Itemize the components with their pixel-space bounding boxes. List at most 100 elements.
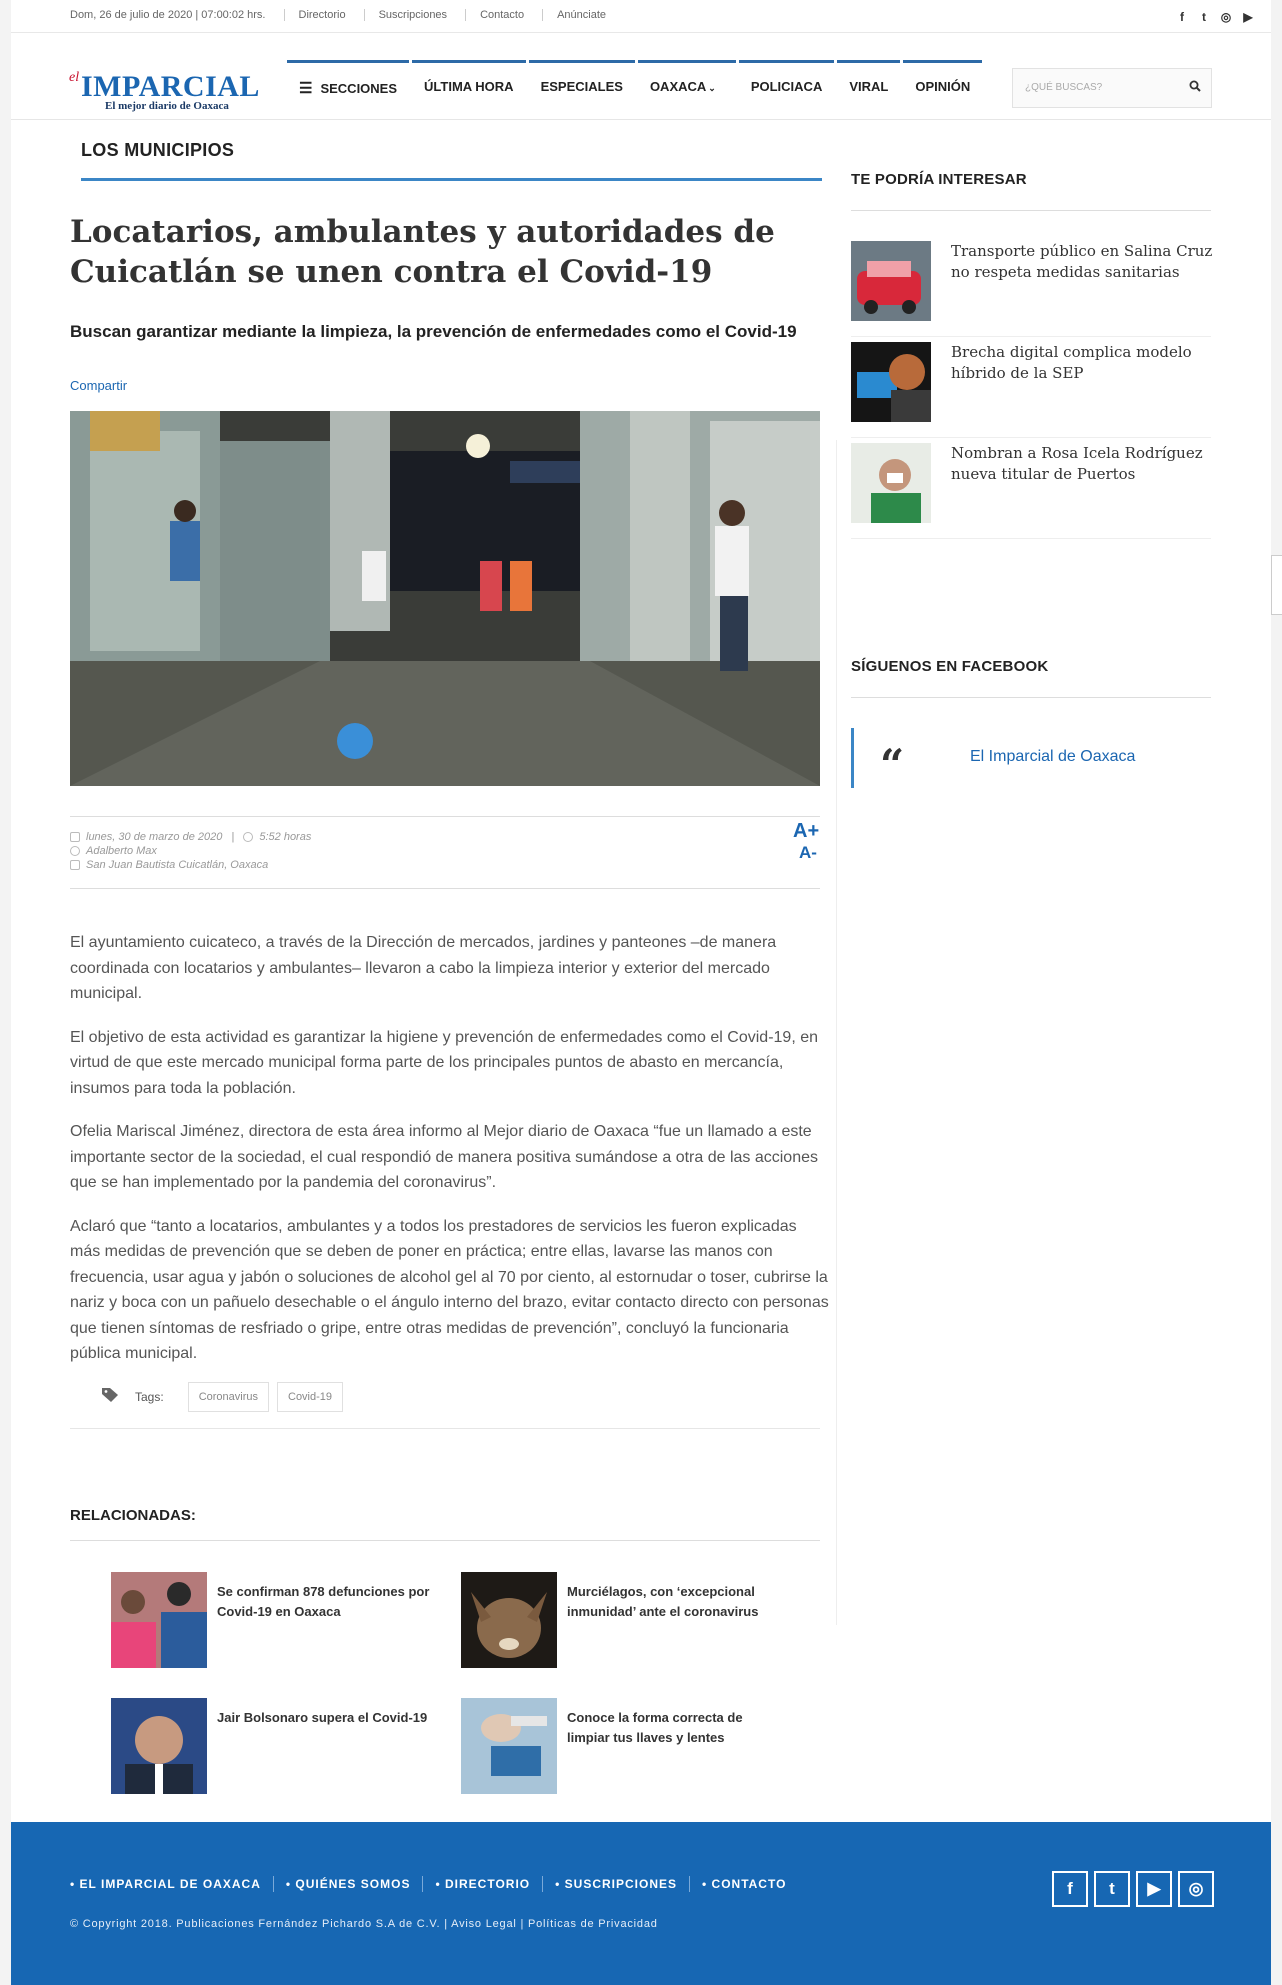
related-item[interactable]: Jair Bolsonaro supera el Covid-19 xyxy=(111,1698,451,1794)
site-logo[interactable]: el IMPARCIAL El mejor diario de Oaxaca xyxy=(69,70,289,112)
nav-policiaca[interactable]: POLICIACA xyxy=(738,60,835,120)
sidebar-divider xyxy=(851,210,1211,211)
link-directorio[interactable]: Directorio xyxy=(299,9,365,21)
article-time: 5:52 horas xyxy=(259,831,312,843)
article-paragraph: Ofelia Mariscal Jiménez, directora de es… xyxy=(70,1123,818,1191)
tags-label: Tags: xyxy=(135,1390,164,1404)
sidebar-item-divider xyxy=(851,336,1211,337)
article-date: lunes, 30 de marzo de 2020 xyxy=(86,831,223,843)
section-title[interactable]: LOS MUNICIPIOS xyxy=(81,140,234,161)
sidebar-headline[interactable]: Transporte público en Salina Cruz no res… xyxy=(951,241,1213,283)
nav-ultima-hora[interactable]: ÚLTIMA HORA xyxy=(412,60,526,120)
sidebar-thumbnail[interactable] xyxy=(851,342,931,422)
related-thumbnail[interactable] xyxy=(461,1572,557,1668)
sidebar-item[interactable]: Transporte público en Salina Cruz no res… xyxy=(851,241,1213,337)
article-headline: Locatarios, ambulantes y autoridades de … xyxy=(70,214,775,290)
facebook-icon[interactable]: f xyxy=(1175,10,1189,24)
sidebar-item[interactable]: Nombran a Rosa Icela Rodríguez nueva tit… xyxy=(851,443,1213,539)
sidebar-interest-title: TE PODRÍA INTERESAR xyxy=(851,171,1027,188)
footer-link-directorio[interactable]: • DIRECTORIO xyxy=(423,1876,544,1892)
related-item[interactable]: Se confirman 878 defunciones por Covid-1… xyxy=(111,1572,451,1668)
scroll-edge[interactable] xyxy=(1271,555,1282,615)
related-title: RELACIONADAS: xyxy=(70,1507,196,1524)
article-paragraph: El ayuntamiento cuicateco, a través de l… xyxy=(70,934,777,1002)
article-location: San Juan Bautista Cuicatlán, Oaxaca xyxy=(86,859,269,871)
instagram-icon[interactable]: ◎ xyxy=(1178,1871,1214,1907)
tag-chip[interactable]: Covid-19 xyxy=(277,1382,344,1412)
nav-oaxaca[interactable]: OAXACA ⌄ xyxy=(637,60,736,120)
tags-divider xyxy=(70,1428,820,1429)
related-divider xyxy=(70,1540,820,1541)
related-thumbnail[interactable] xyxy=(111,1698,207,1794)
nav-especiales[interactable]: ESPECIALES xyxy=(528,60,635,120)
article-meta: lunes, 30 de marzo de 2020 | 5:52 horas … xyxy=(70,830,311,872)
current-date: Dom, 26 de julio de 2020 | 07:00:02 hrs. xyxy=(70,9,285,21)
article-photo xyxy=(70,411,820,786)
sidebar-divider xyxy=(851,697,1211,698)
sidebar-headline[interactable]: Brecha digital complica modelo híbrido d… xyxy=(951,342,1213,384)
quote-icon: “ xyxy=(880,740,905,789)
article-subhead: Buscan garantizar mediante la limpieza, … xyxy=(70,322,797,341)
sidebar-thumbnail[interactable] xyxy=(851,241,931,321)
youtube-icon[interactable]: ▶ xyxy=(1136,1871,1172,1907)
instagram-icon[interactable]: ◎ xyxy=(1219,10,1233,24)
logo-prefix: el xyxy=(69,70,80,85)
facebook-widget[interactable]: “ El Imparcial de Oaxaca xyxy=(851,728,1211,789)
nav-secciones[interactable]: ☰ SECCIONES xyxy=(287,60,410,120)
menu-icon: ☰ xyxy=(299,80,313,97)
link-contacto[interactable]: Contacto xyxy=(480,9,544,21)
share-link[interactable]: Compartir xyxy=(70,378,127,393)
main-header: el IMPARCIAL El mejor diario de Oaxaca ☰… xyxy=(11,60,1271,120)
sidebar-thumbnail[interactable] xyxy=(851,443,931,523)
user-icon xyxy=(70,846,80,856)
section-divider xyxy=(81,178,822,181)
footer-link-quienes-somos[interactable]: • QUIÉNES SOMOS xyxy=(274,1876,424,1892)
related-item[interactable]: Murciélagos, con ‘excepcional inmunidad’… xyxy=(461,1572,801,1668)
font-decrease-button[interactable]: A- xyxy=(799,843,819,863)
related-headline[interactable]: Murciélagos, con ‘excepcional inmunidad’… xyxy=(567,1582,787,1622)
column-divider xyxy=(836,440,837,1625)
nav-secciones-label: SECCIONES xyxy=(320,81,398,96)
article-paragraph: Aclaró que “tanto a locatarios, ambulant… xyxy=(70,1217,829,1363)
tag-chip[interactable]: Coronavirus xyxy=(187,1382,269,1412)
link-anunciate[interactable]: Anúnciate xyxy=(557,9,624,21)
meta-separator: | xyxy=(228,831,238,843)
nav-oaxaca-label: OAXACA xyxy=(649,79,707,94)
sidebar-facebook-title: SÍGUENOS EN FACEBOOK xyxy=(851,658,1049,675)
nav-viral[interactable]: VIRAL xyxy=(837,60,901,120)
sidebar-item-divider xyxy=(851,437,1211,438)
font-size-controls: A+ A- xyxy=(793,820,819,863)
related-thumbnail[interactable] xyxy=(111,1572,207,1668)
twitter-icon[interactable]: t xyxy=(1197,10,1211,24)
font-increase-button[interactable]: A+ xyxy=(793,820,819,843)
tags-icon xyxy=(101,1387,121,1408)
article-author: Adalberto Max xyxy=(86,845,157,857)
nav-opinion[interactable]: OPINIÓN xyxy=(903,60,983,120)
page: Dom, 26 de julio de 2020 | 07:00:02 hrs.… xyxy=(11,0,1271,1985)
footer-link-suscripciones[interactable]: • SUSCRIPCIONES xyxy=(543,1876,690,1892)
search-icon[interactable] xyxy=(1189,79,1201,95)
top-bar: Dom, 26 de julio de 2020 | 07:00:02 hrs.… xyxy=(11,0,1271,33)
related-headline[interactable]: Se confirman 878 defunciones por Covid-1… xyxy=(217,1582,437,1622)
sidebar-headline[interactable]: Nombran a Rosa Icela Rodríguez nueva tit… xyxy=(951,443,1213,485)
sidebar-item[interactable]: Brecha digital complica modelo híbrido d… xyxy=(851,342,1213,438)
copyright-text: © Copyright 2018. Publicaciones Fernánde… xyxy=(70,1918,658,1930)
related-headline[interactable]: Jair Bolsonaro supera el Covid-19 xyxy=(217,1708,437,1728)
youtube-icon[interactable]: ▶ xyxy=(1241,10,1255,24)
facebook-page-link[interactable]: El Imparcial de Oaxaca xyxy=(970,748,1135,766)
facebook-icon[interactable]: f xyxy=(1052,1871,1088,1907)
article-body: El ayuntamiento cuicateco, a través de l… xyxy=(70,930,830,1385)
related-headline[interactable]: Conoce la forma correcta de limpiar tus … xyxy=(567,1708,787,1748)
footer-link-contacto[interactable]: • CONTACTO xyxy=(690,1876,798,1892)
link-suscripciones[interactable]: Suscripciones xyxy=(379,9,467,21)
tags-bar: Tags: Coronavirus Covid-19 xyxy=(101,1382,344,1412)
footer-link-imparcial[interactable]: • EL IMPARCIAL DE OAXACA xyxy=(70,1876,274,1892)
twitter-icon[interactable]: t xyxy=(1094,1871,1130,1907)
search-input[interactable]: ¿QUÉ BUSCAS? xyxy=(1025,82,1102,93)
related-thumbnail[interactable] xyxy=(461,1698,557,1794)
search-box[interactable]: ¿QUÉ BUSCAS? xyxy=(1012,68,1212,108)
calendar-icon xyxy=(70,832,80,842)
related-item[interactable]: Conoce la forma correcta de limpiar tus … xyxy=(461,1698,801,1794)
chevron-down-icon: ⌄ xyxy=(708,83,716,93)
main-nav: ☰ SECCIONES ÚLTIMA HORA ESPECIALES OAXACA… xyxy=(287,60,985,120)
